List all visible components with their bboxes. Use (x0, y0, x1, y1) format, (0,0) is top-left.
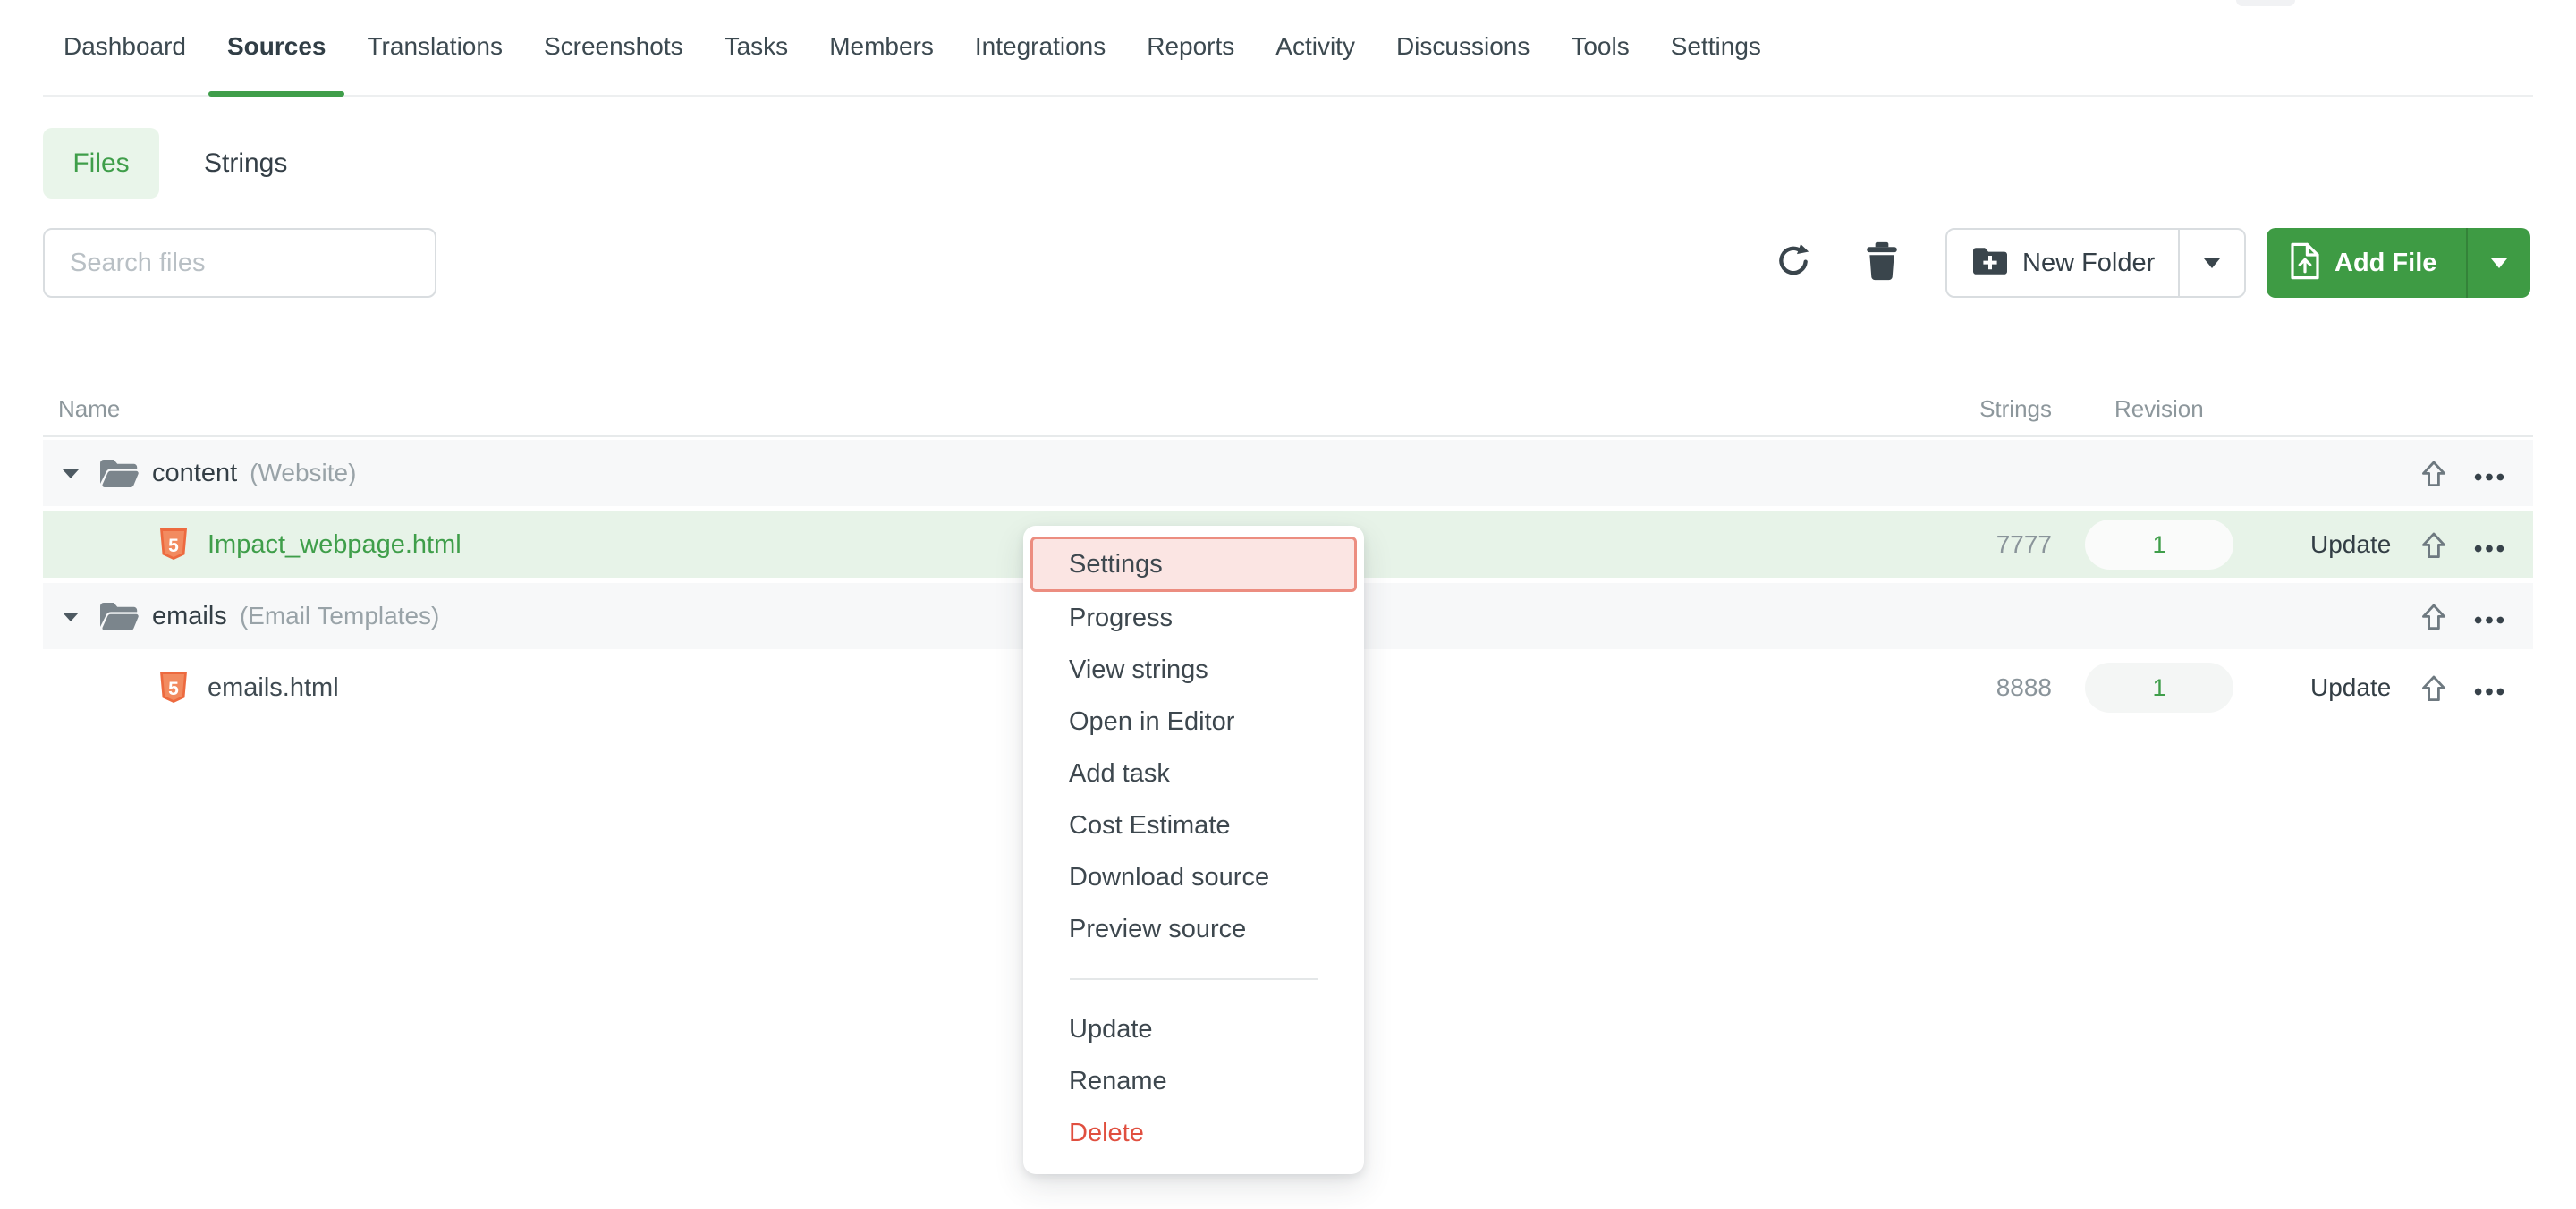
menu-divider (1070, 978, 1318, 980)
menu-item-update[interactable]: Update (1023, 1003, 1364, 1055)
nav-item-sources[interactable]: Sources (207, 0, 347, 95)
upload-icon[interactable] (2419, 530, 2448, 565)
nav-item-tools[interactable]: Tools (1550, 0, 1649, 95)
nav-item-integrations[interactable]: Integrations (954, 0, 1126, 95)
tab-strings[interactable]: Strings (204, 128, 287, 199)
table-row-folder-content[interactable]: content(Website) (43, 440, 2533, 506)
add-file-label: Add File (2334, 249, 2436, 278)
delete-button[interactable] (1866, 241, 1898, 283)
top-navigation: Dashboard Sources Translations Screensho… (43, 0, 2533, 97)
search-input[interactable] (43, 228, 436, 298)
file-context-menu: Settings Progress View strings Open in E… (1023, 526, 1364, 1174)
menu-item-open-in-editor[interactable]: Open in Editor (1023, 696, 1364, 748)
more-actions-icon[interactable] (2471, 469, 2507, 486)
svg-text:5: 5 (168, 536, 179, 556)
more-actions-icon[interactable] (2471, 613, 2507, 629)
folder-name[interactable]: content(Website) (152, 440, 356, 506)
file-name[interactable]: emails.html (208, 655, 339, 721)
menu-item-rename[interactable]: Rename (1023, 1055, 1364, 1107)
nav-item-translations[interactable]: Translations (346, 0, 522, 95)
chevron-down-icon[interactable] (63, 613, 79, 621)
sources-files-page: Dashboard Sources Translations Screensho… (0, 0, 2576, 1209)
revision-badge: 1 (2085, 520, 2233, 570)
nav-item-members[interactable]: Members (809, 0, 954, 95)
html5-file-icon: 5 (159, 528, 188, 566)
nav-item-screenshots[interactable]: Screenshots (523, 0, 704, 95)
menu-item-download-source[interactable]: Download source (1023, 851, 1364, 903)
update-link[interactable]: Update (2310, 655, 2391, 721)
chevron-down-icon (2204, 258, 2220, 268)
file-upload-icon (2290, 242, 2320, 284)
folder-note: (Website) (250, 459, 356, 486)
refresh-button[interactable] (1775, 243, 1811, 282)
svg-text:5: 5 (168, 679, 179, 699)
table-header: Name Strings Revision (43, 382, 2533, 437)
folder-name[interactable]: emails(Email Templates) (152, 583, 439, 649)
tab-files[interactable]: Files (43, 128, 159, 199)
add-file-button[interactable]: Add File (2267, 228, 2466, 298)
file-name[interactable]: Impact_webpage.html (208, 512, 462, 578)
nav-item-reports[interactable]: Reports (1126, 0, 1255, 95)
html5-file-icon: 5 (159, 671, 188, 709)
folder-open-icon (98, 601, 140, 636)
menu-item-preview-source[interactable]: Preview source (1023, 903, 1364, 955)
chevron-down-icon (2491, 258, 2507, 268)
more-actions-icon[interactable] (2471, 684, 2507, 700)
chevron-down-icon[interactable] (63, 469, 79, 478)
new-folder-dropdown-button[interactable] (2178, 230, 2244, 296)
trash-icon (1866, 270, 1898, 283)
refresh-icon (1775, 268, 1811, 282)
strings-count: 8888 (1877, 655, 2052, 721)
new-folder-label: New Folder (2022, 249, 2155, 278)
strings-count: 7777 (1877, 512, 2052, 578)
add-file-split-button: Add File (2267, 228, 2530, 298)
nav-item-discussions[interactable]: Discussions (1376, 0, 1550, 95)
new-folder-split-button: New Folder (1945, 228, 2246, 298)
nav-item-activity[interactable]: Activity (1255, 0, 1376, 95)
menu-item-view-strings[interactable]: View strings (1023, 644, 1364, 696)
folder-plus-icon (1972, 247, 2008, 280)
folder-note: (Email Templates) (240, 602, 440, 630)
revision-badge: 1 (2085, 663, 2233, 713)
folder-open-icon (98, 458, 140, 493)
column-header-name: Name (58, 382, 120, 435)
update-link[interactable]: Update (2310, 512, 2391, 578)
menu-item-cost-estimate[interactable]: Cost Estimate (1023, 799, 1364, 851)
menu-item-settings[interactable]: Settings (1030, 537, 1357, 592)
add-file-dropdown-button[interactable] (2466, 228, 2530, 298)
upload-icon[interactable] (2419, 673, 2448, 708)
nav-item-tasks[interactable]: Tasks (704, 0, 809, 95)
upload-icon[interactable] (2419, 602, 2448, 637)
menu-item-delete[interactable]: Delete (1023, 1107, 1364, 1159)
menu-item-add-task[interactable]: Add task (1023, 748, 1364, 799)
column-header-strings: Strings (1877, 382, 2052, 435)
nav-item-dashboard[interactable]: Dashboard (43, 0, 207, 95)
new-folder-button[interactable]: New Folder (1947, 230, 2178, 296)
menu-item-progress[interactable]: Progress (1023, 592, 1364, 644)
nav-item-settings[interactable]: Settings (1650, 0, 1782, 95)
more-actions-icon[interactable] (2471, 541, 2507, 557)
upload-icon[interactable] (2419, 459, 2448, 494)
column-header-revision: Revision (2114, 382, 2204, 435)
